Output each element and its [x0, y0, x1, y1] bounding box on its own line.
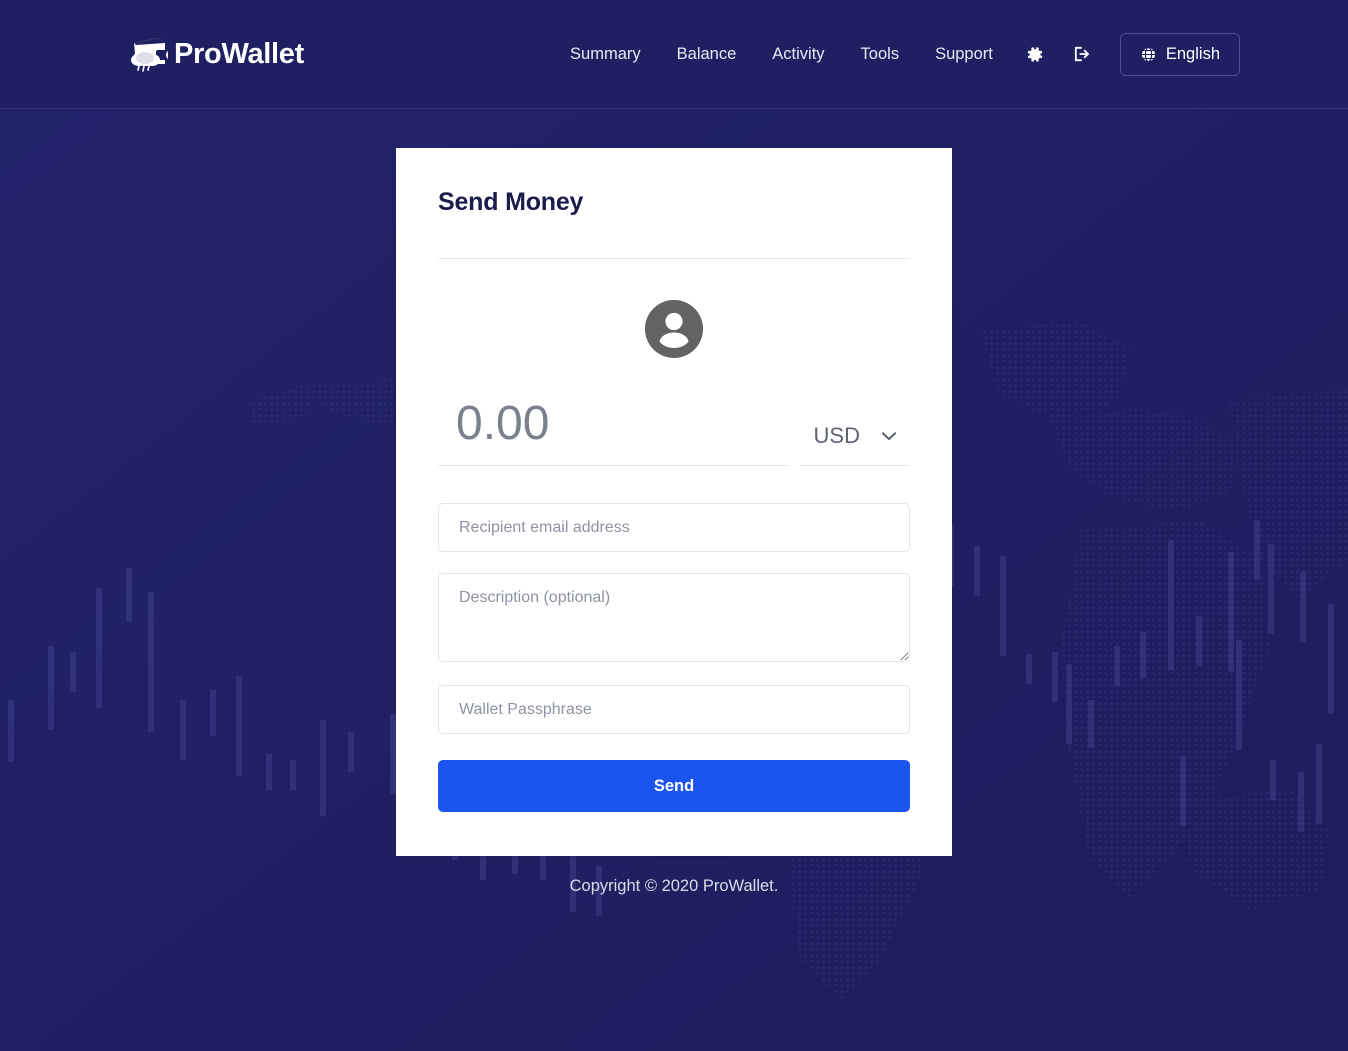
wallet-passphrase-input[interactable] — [438, 685, 910, 734]
language-selector-button[interactable]: English — [1119, 32, 1240, 76]
wallet-cloud-logo-icon — [128, 34, 170, 74]
send-button[interactable]: Send — [438, 760, 910, 812]
page-title: Send Money — [438, 188, 584, 216]
chevron-down-icon — [882, 431, 896, 441]
send-money-card: Send Money USD — [396, 148, 952, 856]
sign-out-icon — [1072, 44, 1092, 64]
nav-link-balance[interactable]: Balance — [659, 37, 755, 72]
language-label: English — [1165, 44, 1220, 63]
nav-link-support[interactable]: Support — [917, 37, 1011, 72]
main-navigation: Summary Balance Activity Tools Support E… — [304, 32, 1240, 76]
settings-button[interactable] — [1011, 37, 1058, 72]
globe-icon — [1140, 46, 1157, 63]
nav-link-summary[interactable]: Summary — [552, 37, 659, 72]
user-avatar-icon — [645, 300, 703, 358]
avatar-row — [438, 300, 910, 358]
recipient-email-input[interactable] — [438, 503, 910, 552]
site-header: ProWallet Summary Balance Activity Tools… — [0, 0, 1348, 109]
page-content: Send Money USD — [0, 148, 1348, 896]
amount-input[interactable] — [438, 396, 788, 466]
nav-link-tools[interactable]: Tools — [843, 37, 918, 72]
logout-button[interactable] — [1058, 36, 1106, 72]
site-footer: Copyright © 2020 ProWallet. — [0, 856, 1348, 896]
gear-icon — [1025, 45, 1044, 64]
currency-value: USD — [813, 423, 860, 448]
nav-link-activity[interactable]: Activity — [754, 37, 842, 72]
amount-row: USD — [438, 396, 910, 466]
title-divider — [438, 258, 910, 259]
brand-name: ProWallet — [174, 37, 304, 70]
currency-select[interactable]: USD — [799, 423, 910, 466]
description-textarea[interactable] — [438, 573, 910, 662]
avatar — [645, 300, 703, 358]
brand-logo-link[interactable]: ProWallet — [128, 34, 304, 74]
copyright-text: Copyright © 2020 ProWallet. — [569, 877, 779, 895]
